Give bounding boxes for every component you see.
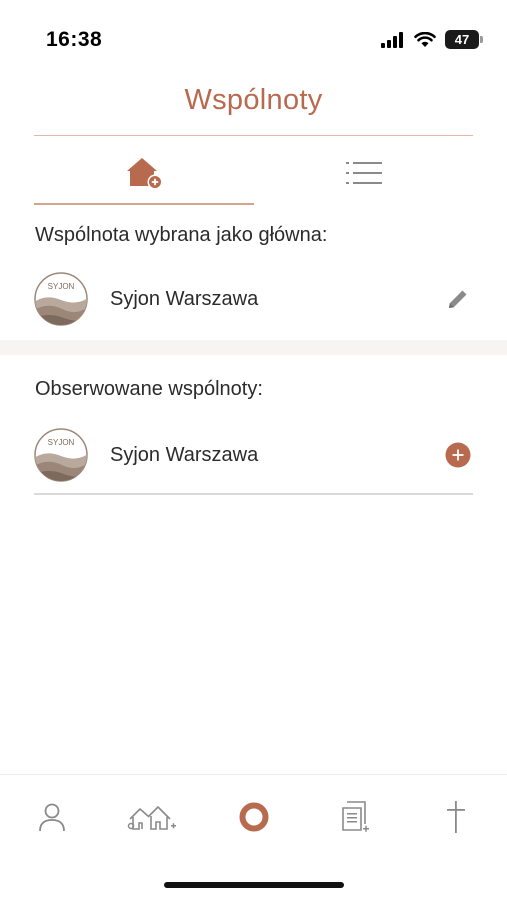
community-logo: SYJON — [34, 428, 88, 482]
status-bar: 16:38 47 — [0, 0, 507, 80]
community-logo: SYJON — [34, 272, 88, 326]
logo-text: SYJON — [48, 438, 75, 447]
edit-button[interactable] — [443, 284, 473, 314]
tab-main-community[interactable] — [34, 140, 254, 206]
home-indicator — [164, 882, 344, 888]
plus-circle-icon — [445, 442, 471, 468]
observed-communities-label: Obserwowane wspólnoty: — [35, 378, 263, 400]
houses-icon — [127, 806, 176, 830]
list-item[interactable]: SYJON Syjon Warszawa — [34, 424, 473, 486]
person-icon — [39, 803, 65, 832]
status-icons: 47 — [381, 30, 483, 49]
document-icon — [342, 801, 369, 832]
page-title: Wspólnoty — [184, 84, 323, 116]
wifi-icon — [414, 31, 436, 47]
add-community-button[interactable] — [443, 440, 473, 470]
status-time: 16:38 — [46, 28, 103, 51]
main-community-label: Wspólnota wybrana jako główna: — [35, 224, 328, 246]
nav-main[interactable] — [224, 795, 284, 839]
ring-icon — [239, 802, 269, 832]
nav-prayer[interactable] — [426, 795, 486, 839]
logo-text: SYJON — [48, 282, 75, 291]
list-divider — [34, 493, 473, 495]
home-add-icon — [127, 158, 163, 190]
tab-active-indicator — [34, 203, 254, 205]
battery-icon: 47 — [445, 30, 483, 49]
pencil-icon — [449, 290, 467, 308]
battery-level: 47 — [454, 32, 470, 47]
main-community-row[interactable]: SYJON Syjon Warszawa — [34, 268, 473, 330]
nav-documents[interactable] — [326, 795, 386, 839]
list-icon — [345, 162, 382, 184]
community-name: Syjon Warszawa — [110, 443, 259, 466]
section-separator — [0, 340, 507, 355]
nav-communities[interactable] — [122, 795, 182, 839]
signal-icon — [381, 31, 403, 48]
tab-list[interactable] — [254, 140, 473, 206]
nav-profile[interactable] — [22, 795, 82, 839]
community-name: Syjon Warszawa — [110, 287, 259, 310]
title-divider — [34, 135, 473, 136]
cross-icon — [447, 801, 465, 833]
